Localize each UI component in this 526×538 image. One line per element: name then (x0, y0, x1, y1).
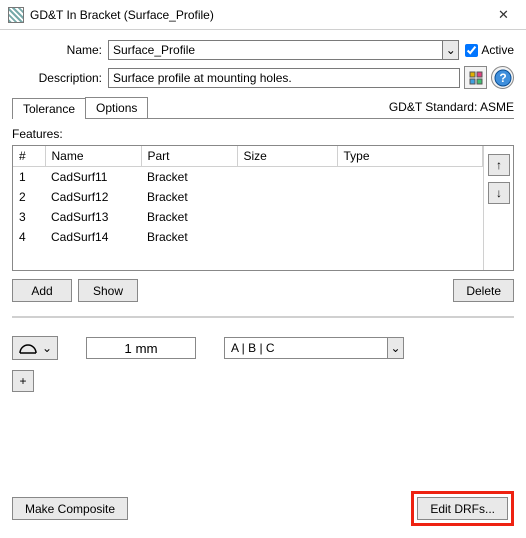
name-label: Name: (12, 43, 108, 57)
col-size[interactable]: Size (237, 146, 337, 167)
surface-profile-icon (18, 341, 38, 355)
notes-button[interactable] (464, 66, 487, 89)
table-row[interactable]: 1 CadSurf11 Bracket (13, 167, 483, 188)
edit-drfs-highlight: Edit DRFs... (411, 491, 514, 526)
close-button[interactable]: ✕ (481, 0, 526, 29)
help-icon: ? (494, 69, 512, 87)
col-part[interactable]: Part (141, 146, 237, 167)
description-input[interactable] (108, 68, 460, 88)
features-header-row: # Name Part Size Type (13, 146, 483, 167)
chevron-down-icon: ⌄ (446, 43, 456, 57)
col-num[interactable]: # (13, 146, 45, 167)
features-grid: # Name Part Size Type 1 CadSurf11 Bracke… (12, 145, 514, 271)
edit-drfs-button[interactable]: Edit DRFs... (417, 497, 508, 520)
name-combo[interactable]: ⌄ (108, 40, 459, 60)
tolerance-symbol-dropdown[interactable]: ⌄ (12, 336, 58, 360)
features-body: 1 CadSurf11 Bracket 2 CadSurf12 Bracket (13, 167, 483, 248)
grid-icon (468, 70, 484, 86)
active-label: Active (481, 43, 514, 57)
move-down-button[interactable]: ↓ (488, 182, 510, 204)
table-row[interactable]: 2 CadSurf12 Bracket (13, 187, 483, 207)
arrow-up-icon: ↑ (496, 158, 502, 172)
window-title: GD&T In Bracket (Surface_Profile) (30, 8, 481, 22)
make-composite-button[interactable]: Make Composite (12, 497, 128, 520)
drf-value: A | B | C (224, 337, 387, 359)
help-button[interactable]: ? (491, 66, 514, 89)
table-row[interactable]: 4 CadSurf14 Bracket (13, 227, 483, 247)
table-row[interactable]: 3 CadSurf13 Bracket (13, 207, 483, 227)
col-name[interactable]: Name (45, 146, 141, 167)
features-label: Features: (12, 127, 514, 141)
name-input[interactable] (108, 40, 442, 60)
window-titlebar: GD&T In Bracket (Surface_Profile) ✕ (0, 0, 526, 30)
svg-text:?: ? (499, 71, 506, 85)
add-button[interactable]: Add (12, 279, 72, 302)
arrow-down-icon: ↓ (496, 186, 502, 200)
show-button[interactable]: Show (78, 279, 138, 302)
tab-tolerance[interactable]: Tolerance (12, 98, 86, 119)
drf-dropdown-button[interactable]: ⌄ (387, 337, 404, 359)
add-tolerance-row-button[interactable]: + (12, 370, 34, 392)
chevron-down-icon: ⌄ (390, 341, 400, 355)
tab-options[interactable]: Options (85, 97, 148, 118)
name-dropdown-button[interactable]: ⌄ (442, 40, 459, 60)
active-checkbox-input[interactable] (465, 44, 478, 57)
plus-icon: + (19, 374, 26, 388)
tolerance-value-input[interactable] (86, 337, 196, 359)
standard-label: GD&T Standard: ASME (389, 100, 514, 118)
move-up-button[interactable]: ↑ (488, 154, 510, 176)
delete-button[interactable]: Delete (453, 279, 514, 302)
active-checkbox[interactable]: Active (465, 43, 514, 57)
drf-dropdown[interactable]: A | B | C ⌄ (224, 337, 404, 359)
chevron-down-icon: ⌄ (42, 341, 52, 355)
description-label: Description: (12, 71, 108, 85)
col-type[interactable]: Type (337, 146, 483, 167)
app-icon (8, 7, 24, 23)
close-icon: ✕ (498, 7, 509, 23)
section-divider (12, 316, 514, 318)
